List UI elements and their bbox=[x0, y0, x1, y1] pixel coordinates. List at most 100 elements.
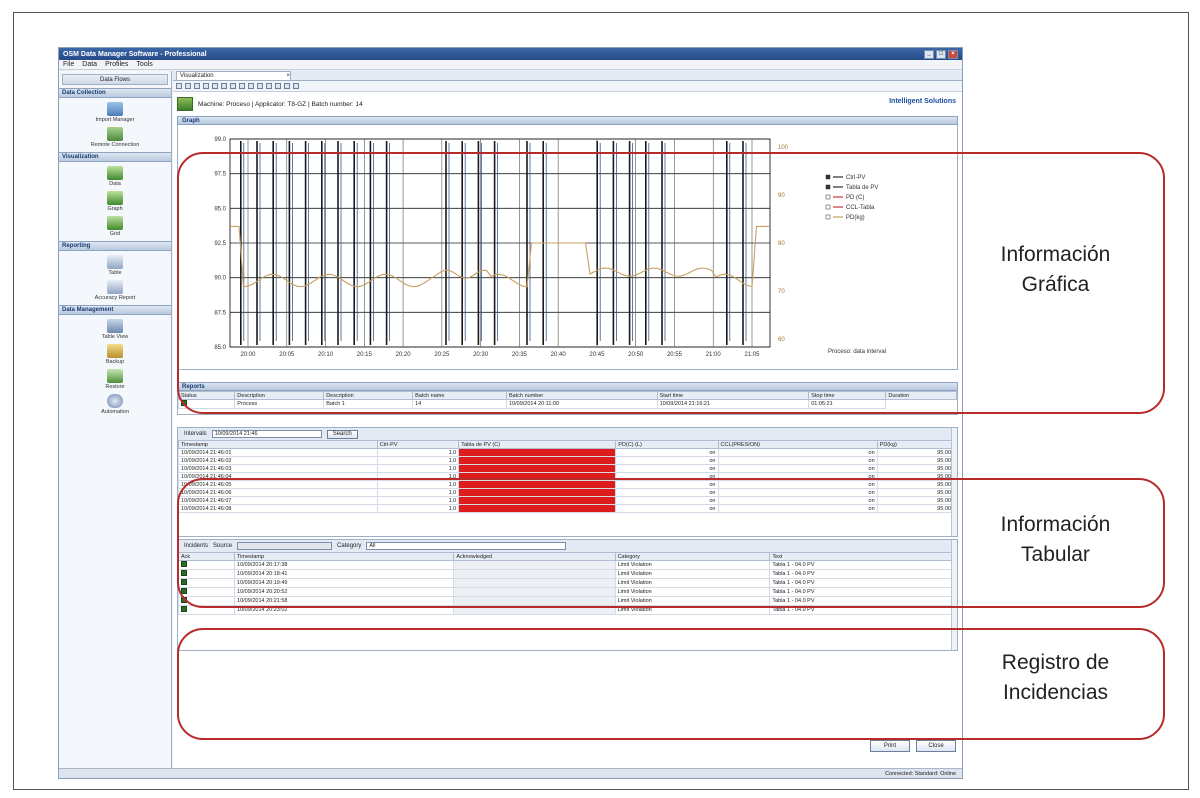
table-row[interactable]: 10/09/2014 21:46:03 1.0 on on 95.000 bbox=[178, 464, 958, 473]
table-cell: on bbox=[717, 464, 878, 473]
sidebar-item-graph[interactable]: Graph bbox=[59, 191, 171, 212]
menu-bar: File Data Profiles Tools bbox=[59, 60, 962, 70]
tab-label: Visualization bbox=[180, 73, 214, 79]
grid-icon bbox=[107, 216, 123, 230]
status-bar: Connected: Standard: Online bbox=[59, 768, 962, 778]
toolbar bbox=[173, 81, 962, 92]
table-cell: on bbox=[615, 448, 719, 457]
sidebar-item-backup[interactable]: Backup bbox=[59, 344, 171, 365]
data-chart-icon bbox=[107, 166, 123, 180]
menu-tools[interactable]: Tools bbox=[136, 61, 152, 68]
pan-icon[interactable] bbox=[221, 83, 227, 89]
export-icon[interactable] bbox=[248, 83, 254, 89]
column-header: PD(C) (L) bbox=[615, 440, 719, 449]
interval-select[interactable]: 10/09/2014 21:46 bbox=[211, 430, 322, 438]
menu-file[interactable]: File bbox=[63, 61, 74, 68]
table-cell: on bbox=[717, 456, 878, 465]
sidebar-section-collection[interactable]: Data Collection bbox=[59, 88, 171, 98]
refresh-icon[interactable] bbox=[230, 83, 236, 89]
sidebar-item-label: Import Manager bbox=[95, 117, 135, 123]
forward-icon[interactable] bbox=[185, 83, 191, 89]
help-icon[interactable] bbox=[293, 83, 299, 89]
table-cell: on bbox=[717, 448, 878, 457]
sidebar-item-label: Accuracy Report bbox=[94, 295, 136, 301]
sidebar-item-remote-connection[interactable]: Remote Connection bbox=[59, 127, 171, 148]
table-cell: on bbox=[615, 456, 719, 465]
table-cell: on bbox=[615, 464, 719, 473]
interval-bar: Intervals 10/09/2014 21:46 Search bbox=[178, 428, 957, 440]
close-tab-icon[interactable]: × bbox=[286, 73, 290, 79]
title-bar: OSM Data Manager Software - Professional… bbox=[59, 48, 962, 60]
close-button[interactable]: Close bbox=[916, 740, 956, 752]
table-view-icon bbox=[107, 319, 123, 333]
annotation-graphic-label: Información Gráfica bbox=[958, 240, 1153, 300]
sidebar-item-label: Graph bbox=[107, 206, 123, 212]
sidebar-item-table-view[interactable]: Table View bbox=[59, 319, 171, 340]
sidebar-section-reporting[interactable]: Reporting bbox=[59, 241, 171, 251]
table-row[interactable]: 10/09/2014 21:46:02 1.0 on on 95.000 bbox=[178, 456, 958, 465]
sidebar-item-table[interactable]: Table bbox=[59, 255, 171, 276]
sidebar-item-label: Grid bbox=[109, 231, 121, 237]
y-tick-label: 99.0 bbox=[214, 137, 226, 143]
annotation-incidents-line1: Registro de bbox=[1001, 651, 1110, 674]
marker-icon[interactable] bbox=[266, 83, 272, 89]
document-tabs: Visualization × bbox=[173, 71, 962, 81]
cursor-icon[interactable] bbox=[212, 83, 218, 89]
menu-data[interactable]: Data bbox=[82, 61, 97, 68]
status-text: Connected: Standard: Online bbox=[885, 770, 956, 777]
restore-icon bbox=[107, 369, 123, 383]
search-button[interactable]: Search bbox=[326, 429, 358, 439]
sidebar-item-restore[interactable]: Restore bbox=[59, 369, 171, 390]
table-row[interactable]: 10/09/2014 21:46:01 1.0 on on 95.000 bbox=[178, 448, 958, 457]
sidebar-item-data[interactable]: Data bbox=[59, 166, 171, 187]
table-cell: 1.0 bbox=[376, 448, 460, 457]
maximize-button[interactable]: □ bbox=[936, 49, 946, 59]
annotation-tabular-line2: Tabular bbox=[1021, 543, 1090, 566]
back-icon[interactable] bbox=[176, 83, 182, 89]
sidebar-item-accuracy-report[interactable]: Accuracy Report bbox=[59, 280, 171, 301]
sidebar-item-import-manager[interactable]: Import Manager bbox=[59, 102, 171, 123]
table-cell: 1.0 bbox=[376, 456, 460, 465]
grid-toggle-icon[interactable] bbox=[275, 83, 281, 89]
sidebar-item-label: Table bbox=[108, 270, 122, 276]
minimize-button[interactable]: _ bbox=[924, 49, 934, 59]
y2-tick-label: 100 bbox=[778, 145, 789, 151]
table-cell: 10/09/2014 21:46:03 bbox=[178, 464, 378, 473]
table-cell: 10/09/2014 21:46:02 bbox=[178, 456, 378, 465]
gear-icon bbox=[107, 394, 123, 408]
sidebar-header[interactable]: Data Flows bbox=[62, 74, 168, 85]
table-cell: 95.000 bbox=[876, 464, 958, 473]
menu-profiles[interactable]: Profiles bbox=[105, 61, 128, 68]
table-cell: 95.000 bbox=[876, 448, 958, 457]
legend-icon[interactable] bbox=[284, 83, 290, 89]
sidebar-item-label: Backup bbox=[105, 359, 125, 365]
sidebar-item-automation[interactable]: Automation bbox=[59, 394, 171, 415]
window-title: OSM Data Manager Software - Professional bbox=[63, 50, 207, 58]
table-cell bbox=[458, 456, 617, 465]
graph-icon bbox=[107, 191, 123, 205]
graph-panel-header[interactable]: Graph bbox=[177, 116, 958, 125]
interval-label: Intervals bbox=[184, 431, 207, 437]
print-icon[interactable] bbox=[239, 83, 245, 89]
sidebar-item-label: Table View bbox=[101, 334, 129, 340]
sidebar-item-label: Restore bbox=[105, 384, 125, 390]
sidebar-section-visualization[interactable]: Visualization bbox=[59, 152, 171, 162]
sidebar-section-management[interactable]: Data Management bbox=[59, 305, 171, 315]
annotation-tabular-line1: Información bbox=[1000, 513, 1111, 536]
settings-icon[interactable] bbox=[257, 83, 263, 89]
close-window-button[interactable]: × bbox=[948, 49, 958, 59]
annotation-graphic-line1: Información bbox=[1000, 243, 1111, 266]
backup-icon bbox=[107, 344, 123, 358]
graph-document-icon bbox=[177, 97, 193, 111]
column-header: Ctrl-PV bbox=[376, 440, 460, 449]
print-button[interactable]: Print bbox=[870, 740, 910, 752]
table-cell: 95.000 bbox=[876, 456, 958, 465]
zoom-out-icon[interactable] bbox=[203, 83, 209, 89]
tab-visualization[interactable]: Visualization × bbox=[176, 71, 291, 80]
sidebar-item-grid[interactable]: Grid bbox=[59, 216, 171, 237]
zoom-in-icon[interactable] bbox=[194, 83, 200, 89]
import-icon bbox=[107, 102, 123, 116]
column-header: PD(kg) bbox=[876, 440, 958, 449]
column-header: CCL(PRESION) bbox=[717, 440, 878, 449]
ack-check-icon[interactable] bbox=[181, 606, 187, 612]
